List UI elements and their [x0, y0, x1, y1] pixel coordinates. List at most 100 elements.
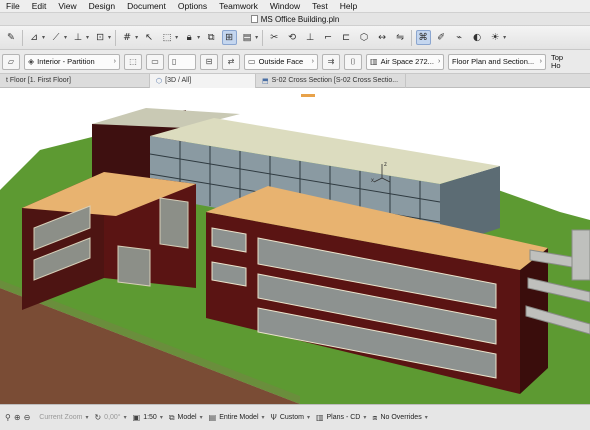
- status-bar: ⚲ ⊕ ⊖ Current Zoom ▾ ↻ 0,00° ▾ ▣ 1:50 ▾ …: [0, 404, 590, 430]
- chevron-down-icon: ▾: [306, 415, 310, 421]
- menu-test[interactable]: Test: [306, 0, 334, 13]
- zoom-in-icon[interactable]: ⊕: [14, 413, 21, 422]
- menu-view[interactable]: View: [52, 0, 82, 13]
- reference-face-select[interactable]: ▭ Outside Face ›: [244, 53, 318, 70]
- chevron-down-icon[interactable]: ▾: [135, 34, 138, 41]
- sun-icon[interactable]: ☀: [488, 30, 503, 45]
- menu-teamwork[interactable]: Teamwork: [213, 0, 264, 13]
- composite-select[interactable]: ▥ Air Space 272... ›: [366, 53, 444, 70]
- pen-set-value: Custom: [279, 414, 304, 421]
- menu-design[interactable]: Design: [83, 0, 121, 13]
- fillet-icon[interactable]: ⌐: [321, 30, 336, 45]
- rotate-icon: ↻: [94, 413, 102, 422]
- home-label: Ho: [551, 60, 561, 70]
- renovation-filter-value: Entire Model: [219, 414, 259, 421]
- chevron-down-icon[interactable]: ▾: [86, 34, 89, 41]
- graphic-override-select[interactable]: ⧈ No Overrides ▾: [372, 413, 427, 423]
- composite-icon: ▥: [370, 57, 378, 66]
- chevron-down-icon[interactable]: ▾: [42, 34, 45, 41]
- chevron-down-icon[interactable]: ▾: [197, 34, 200, 41]
- chevron-down-icon: ▾: [424, 415, 428, 421]
- model-view-options-select[interactable]: ▥ Plans - CD ▾: [316, 413, 366, 422]
- chevron-right-icon: ›: [113, 58, 116, 65]
- chevron-down-icon[interactable]: ▾: [175, 34, 178, 41]
- mvo-icon: ▥: [315, 413, 324, 422]
- floor-plan-section-select[interactable]: Floor Plan and Section... ›: [448, 53, 546, 70]
- building-model-render[interactable]: z x: [0, 88, 590, 404]
- standard-toolbar: ✎ ⊿ ▾ ⟋ ▾ ⊥ ▾ ⊡ ▾ # ▾ ↖ ⬚ ▾ 🔒︎ ▾ ⧉ ⊞ ▤ ▾ ✂ ⟲ ⊥ ⌐…: [0, 26, 590, 50]
- scale-select[interactable]: ▣ 1:50 ▾: [133, 413, 163, 422]
- structure-type-button[interactable]: ⌷: [344, 53, 362, 70]
- wall-flip-button[interactable]: ⇄: [222, 53, 240, 70]
- pen-set-select[interactable]: Ψ Custom ▾: [271, 413, 310, 422]
- trace-icon[interactable]: ▤: [240, 30, 255, 45]
- grid-snap-icon[interactable]: #: [120, 30, 135, 45]
- polygon-icon[interactable]: ⬡: [357, 30, 372, 45]
- layer-select[interactable]: ◈ Interior - Partition ›: [24, 53, 120, 70]
- tab-drag-handle[interactable]: [301, 94, 315, 97]
- axis-z-label: z: [384, 162, 387, 168]
- reference-line-button[interactable]: ⊟: [200, 53, 218, 70]
- menu-edit[interactable]: Edit: [26, 0, 53, 13]
- elevation-icon[interactable]: ⊡: [93, 30, 108, 45]
- axis-x-label: x: [371, 178, 374, 184]
- mvo-value: Plans - CD: [326, 414, 361, 421]
- toolbar-divider: [22, 29, 23, 46]
- layer-icon: ◈: [28, 57, 35, 66]
- model-view-select[interactable]: ⧉ Model ▾: [169, 413, 203, 423]
- orientation-button[interactable]: ⇉: [322, 53, 340, 70]
- menu-window[interactable]: Window: [264, 0, 306, 13]
- adjust-icon[interactable]: ⟲: [285, 30, 300, 45]
- override-icon: ⧈: [372, 412, 378, 422]
- render-icon[interactable]: ◐: [470, 30, 485, 45]
- orbit-icon[interactable]: ⌘: [415, 30, 431, 45]
- tab-3d-all[interactable]: ⬡ [3D / All]: [150, 73, 256, 88]
- filter-icon: ▤: [208, 413, 217, 422]
- layer-combo-icon: ⧉: [168, 412, 175, 422]
- angle-field[interactable]: ↻ 0,00° ▾: [94, 413, 126, 422]
- chevron-down-icon[interactable]: ▾: [503, 34, 506, 41]
- zoom-select[interactable]: Current Zoom ▾: [39, 414, 88, 421]
- split-icon[interactable]: ✂: [267, 30, 282, 45]
- pen-set-icon: Ψ: [270, 413, 277, 422]
- marquee-icon[interactable]: ⬚: [160, 30, 175, 45]
- chevron-down-icon[interactable]: ▾: [255, 34, 258, 41]
- offset-icon[interactable]: ⊏: [339, 30, 354, 45]
- chevron-down-icon[interactable]: ▾: [64, 34, 67, 41]
- trim-icon[interactable]: ⌁: [452, 30, 467, 45]
- geometry-method-button[interactable]: ▱: [2, 53, 20, 70]
- chevron-down-icon[interactable]: ▾: [108, 34, 111, 41]
- menu-options[interactable]: Options: [172, 0, 213, 13]
- suspend-groups-icon[interactable]: ⊞: [221, 30, 237, 45]
- menu-help[interactable]: Help: [334, 0, 363, 13]
- move-icon[interactable]: ↔: [375, 30, 390, 45]
- toolbar-divider: [411, 29, 413, 46]
- intersect-icon[interactable]: ⊥: [303, 30, 318, 45]
- menu-document[interactable]: Document: [121, 0, 172, 13]
- wall-shape-button[interactable]: ▭: [146, 53, 164, 70]
- layer-icon[interactable]: ⧉: [204, 30, 219, 45]
- window-title-bar: MS Office Building.pln: [0, 13, 590, 26]
- override-value: No Overrides: [380, 414, 422, 421]
- renovation-filter-select[interactable]: ▤ Entire Model ▾: [209, 413, 265, 422]
- gravity-icon[interactable]: ⊥: [71, 30, 86, 45]
- 3d-viewport[interactable]: z x: [0, 88, 590, 404]
- undo-area[interactable]: ⚲ ⊕ ⊖: [5, 413, 33, 422]
- chevron-right-icon: ›: [437, 58, 441, 65]
- guide-line-icon[interactable]: ⟋: [49, 30, 64, 45]
- pencil-icon[interactable]: ✎: [4, 30, 19, 45]
- pen-icon[interactable]: ✐: [434, 30, 449, 45]
- section-icon: ⬒: [262, 76, 269, 85]
- mirror-icon[interactable]: ⇋: [393, 30, 408, 45]
- zoom-out-icon[interactable]: ⊖: [24, 413, 31, 422]
- angle-snap-icon[interactable]: ⊿: [27, 30, 42, 45]
- tab-first-floor[interactable]: t Floor [1. First Floor]: [0, 73, 150, 88]
- layer-value: Interior - Partition: [37, 57, 95, 66]
- structure-select[interactable]: ▯: [168, 53, 196, 70]
- wall-geometry-button[interactable]: ⬚: [124, 53, 142, 70]
- tab-cross-section[interactable]: ⬒ S-02 Cross Section [S-02 Cross Sectio.…: [256, 73, 406, 88]
- arrow-select-icon[interactable]: ↖: [142, 30, 157, 45]
- toolbar-divider: [262, 29, 264, 46]
- lock-icon[interactable]: 🔒︎: [182, 30, 197, 45]
- menu-file[interactable]: File: [0, 0, 26, 13]
